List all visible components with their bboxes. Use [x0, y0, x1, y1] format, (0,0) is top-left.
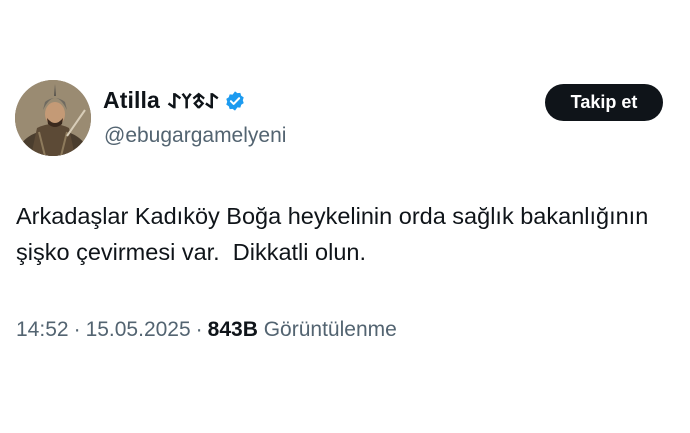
follow-button[interactable]: Takip et: [545, 84, 663, 121]
meta-separator: ·: [195, 318, 203, 341]
avatar[interactable]: [15, 80, 91, 156]
meta-separator: ·: [73, 318, 81, 341]
tweet-card: Atilla 𐰀𐱃𐰠𐰀 @ebugargamelyeni Takip et Ar…: [0, 0, 690, 433]
verified-badge-icon[interactable]: [224, 90, 246, 112]
user-handle[interactable]: @ebugargamelyeni: [104, 124, 286, 148]
display-name-row[interactable]: Atilla 𐰀𐱃𐰠𐰀: [103, 87, 246, 114]
views-label: Görüntülenme: [263, 318, 397, 341]
tweet-date[interactable]: 15.05.2025: [86, 318, 191, 342]
tweet-time[interactable]: 14:52: [16, 318, 69, 342]
warrior-avatar-image: [15, 80, 91, 156]
tweet-text: Arkadaşlar Kadıköy Boğa heykelinin orda …: [16, 203, 655, 265]
tweet-meta: 14:52 · 15.05.2025 · 843B Görüntülenme: [16, 318, 397, 342]
display-name-runes: 𐰀𐱃𐰠𐰀: [167, 89, 219, 113]
views-count[interactable]: 843B: [208, 318, 258, 342]
display-name[interactable]: Atilla: [103, 87, 160, 114]
